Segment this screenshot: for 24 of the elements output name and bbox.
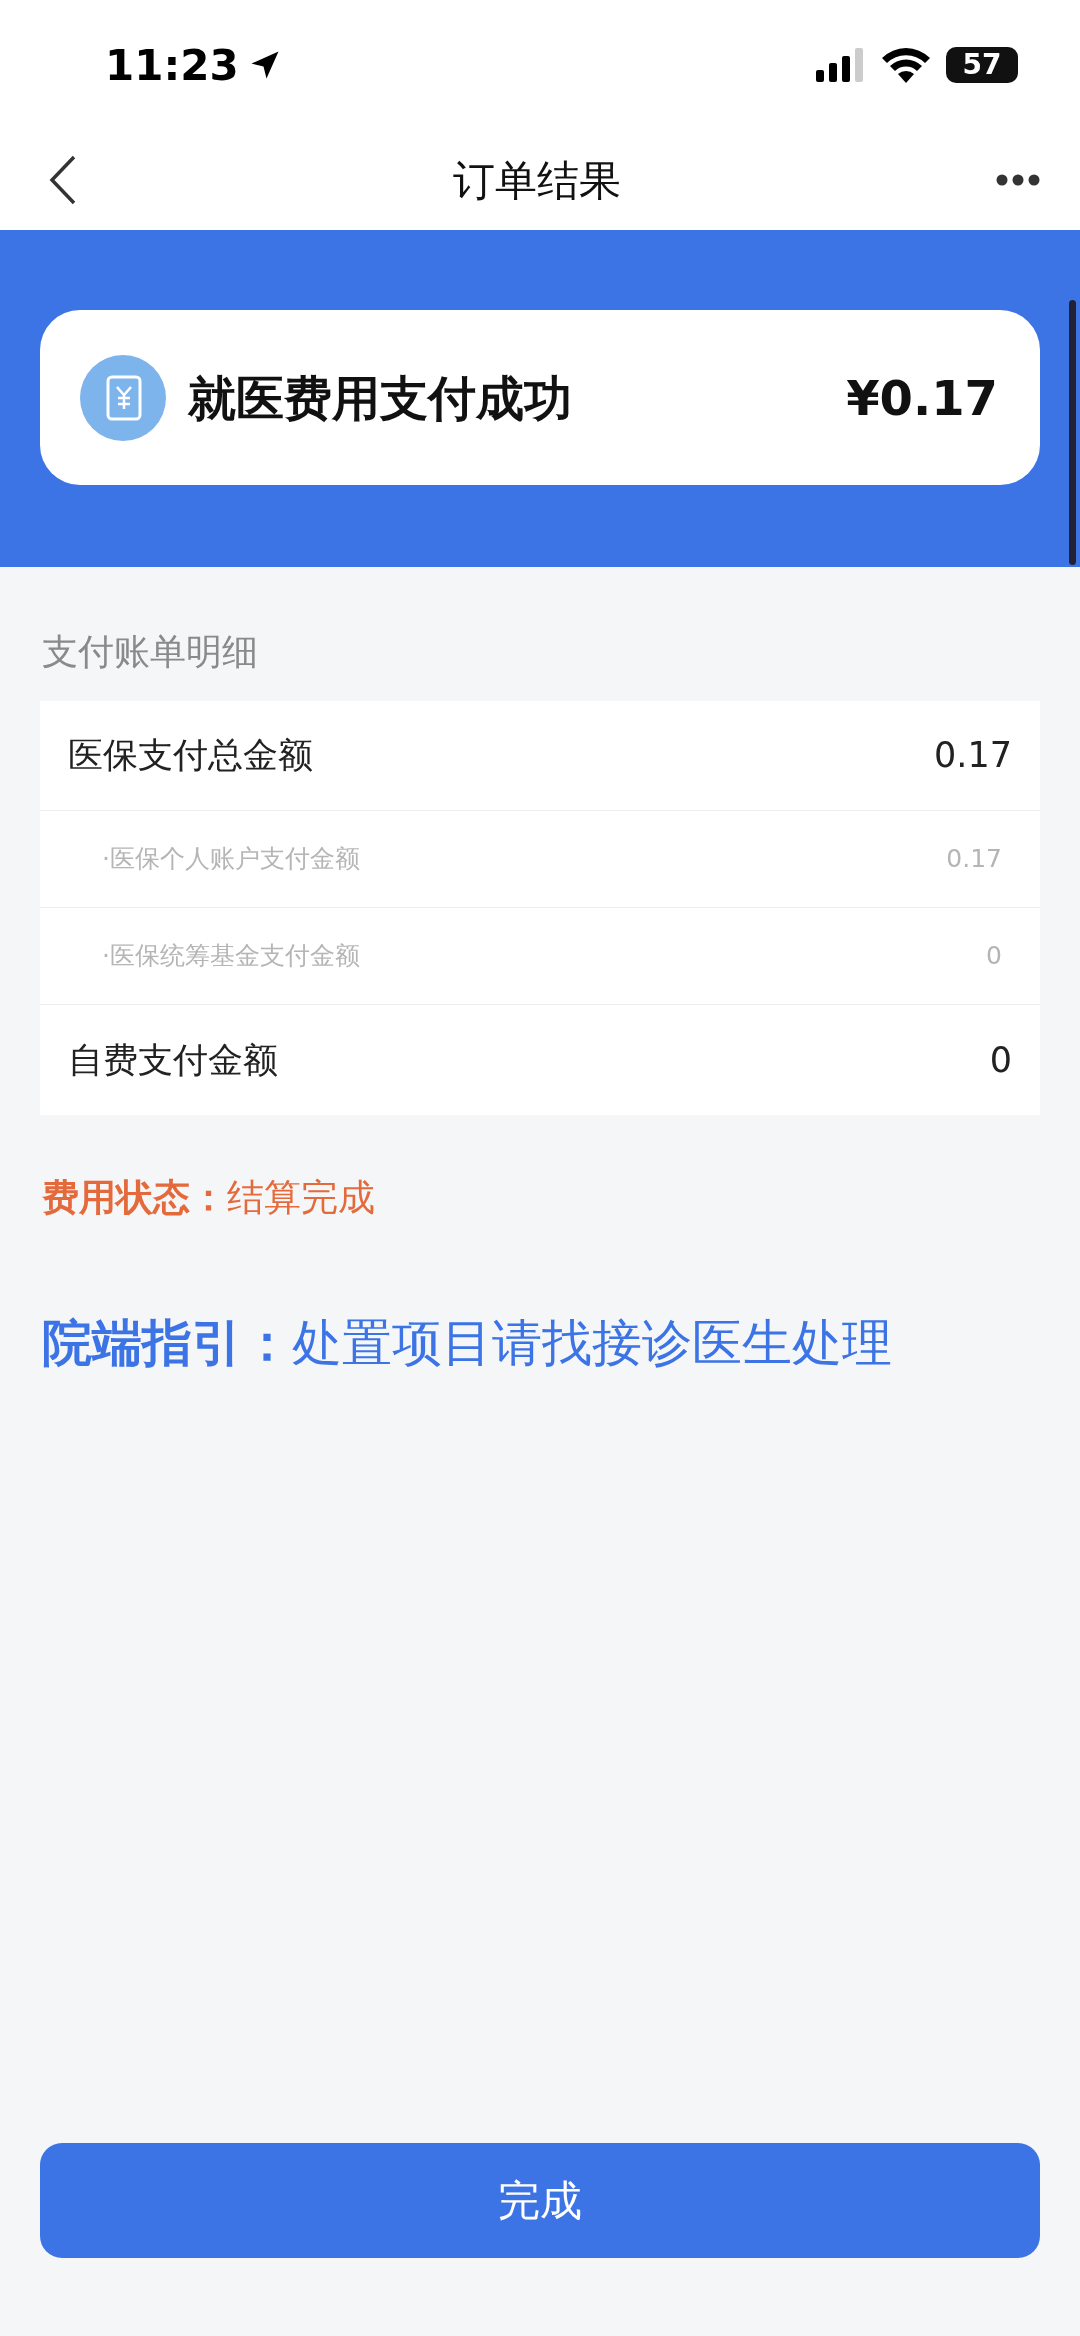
sub-row-value: 0.17 <box>946 843 1002 876</box>
sub-row-label: ·医保统筹基金支付金额 <box>102 940 360 973</box>
result-title: 就医费用支付成功 <box>188 368 573 428</box>
wifi-icon <box>882 47 930 83</box>
back-icon[interactable] <box>48 155 78 205</box>
sub-row-label: ·医保个人账户支付金额 <box>102 843 360 876</box>
row-value: 0 <box>989 1038 1012 1082</box>
fee-status-label: 费用状态： <box>42 1175 227 1221</box>
more-icon[interactable] <box>996 174 1040 186</box>
guide-label: 院端指引： <box>42 1312 292 1374</box>
signal-icon <box>816 48 866 82</box>
fee-status-value: 结算完成 <box>227 1175 375 1221</box>
guide-text: 处置项目请找接诊医生处理 <box>292 1312 892 1374</box>
result-amount: ¥0.17 <box>846 368 998 428</box>
sub-row-value: 0 <box>986 940 1002 973</box>
row-value: 0.17 <box>934 734 1012 778</box>
section-title: 支付账单明细 <box>41 630 259 674</box>
done-button[interactable]: 完成 <box>40 2143 1040 2258</box>
battery-indicator: 57 <box>946 47 1018 83</box>
status-time: 11:23 <box>105 39 239 92</box>
row-label: 医保支付总金额 <box>68 734 313 778</box>
row-label: 自费支付金额 <box>68 1038 278 1082</box>
receipt-icon <box>80 354 166 441</box>
page-title: 订单结果 <box>453 154 621 207</box>
